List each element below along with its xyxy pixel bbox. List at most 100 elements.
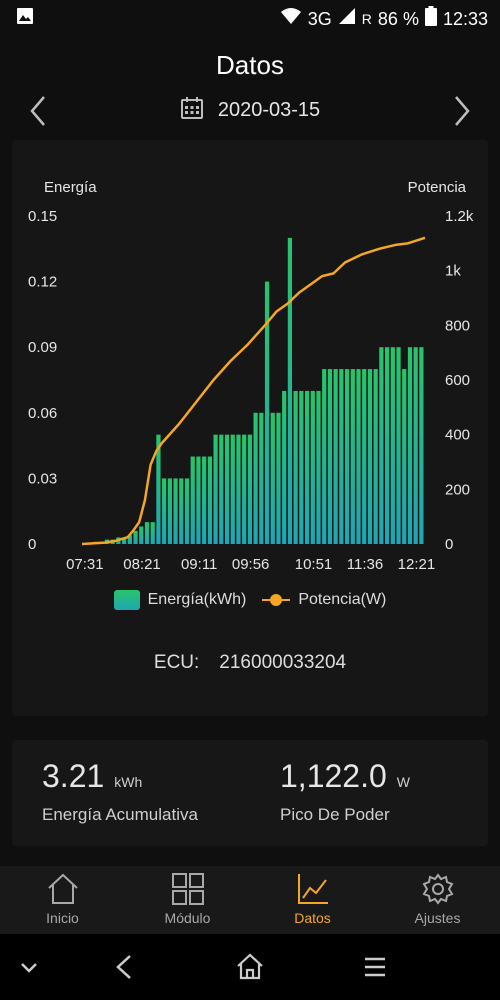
right-axis-tick: 600 <box>445 372 470 389</box>
energy-bar[interactable] <box>150 522 155 544</box>
energy-bar[interactable] <box>196 456 201 544</box>
x-axis-tick: 11:36 <box>347 556 383 573</box>
hide-nav-button[interactable] <box>14 952 44 982</box>
ecu-label: ECU: <box>153 652 200 673</box>
system-menu-button[interactable] <box>360 952 390 982</box>
energy-bar[interactable] <box>344 369 350 544</box>
legend-energy-label: Energía(kWh) <box>147 591 247 608</box>
legend-energy[interactable]: Energía(kWh) <box>113 590 247 610</box>
energy-bar[interactable] <box>350 369 355 544</box>
right-axis-tick: 0 <box>445 536 453 553</box>
energy-bar[interactable] <box>213 434 218 544</box>
chart-icon <box>297 874 328 904</box>
energy-bar[interactable] <box>356 369 361 544</box>
energy-bar[interactable] <box>362 369 367 544</box>
energy-bar[interactable] <box>293 390 298 544</box>
menu-icon <box>365 957 385 977</box>
home-icon <box>47 873 78 904</box>
right-axis-tick: 200 <box>445 481 470 498</box>
energy-bar[interactable] <box>259 412 264 544</box>
tab-ajustes[interactable]: Ajustes <box>375 866 500 934</box>
energy-bar[interactable] <box>327 369 333 544</box>
energy-bar[interactable] <box>162 478 167 544</box>
chart-legend: Energía(kWh) Potencia(W) <box>0 590 500 610</box>
system-navigation-bar <box>0 934 500 1000</box>
energy-bar[interactable] <box>299 390 304 544</box>
x-axis-tick: 08:21 <box>123 556 161 573</box>
ecu-info: ECU: 216000033204 <box>0 652 500 674</box>
x-axis-tick: 09:11 <box>181 556 217 573</box>
energy-bar[interactable] <box>316 390 321 544</box>
energy-bar[interactable] <box>379 347 384 544</box>
left-axis-tick: 0.12 <box>28 274 57 291</box>
energy-bar[interactable] <box>253 412 258 544</box>
right-axis-tick: 1.2k <box>445 208 474 225</box>
energy-bar[interactable] <box>236 434 241 544</box>
energy-bar[interactable] <box>407 347 413 544</box>
energy-bar[interactable] <box>276 412 281 544</box>
energy-bar[interactable] <box>167 478 172 544</box>
energy-bar[interactable] <box>282 390 287 544</box>
x-axis-tick: 09:56 <box>232 556 270 573</box>
left-axis-tick: 0.15 <box>28 208 57 225</box>
energy-bar[interactable] <box>190 456 195 544</box>
energy-bar[interactable] <box>202 456 207 544</box>
energy-bar[interactable] <box>367 369 373 544</box>
energy-bar[interactable] <box>384 347 390 544</box>
energy-bar[interactable] <box>184 478 190 544</box>
energy-bar[interactable] <box>230 434 235 544</box>
energy-bar[interactable] <box>333 369 338 544</box>
peak-power-stat: 1,122.0 W Pico De Poder <box>280 758 410 825</box>
energy-value: 3.21 <box>42 758 105 794</box>
energy-bar[interactable] <box>247 434 252 544</box>
energy-bar[interactable] <box>287 237 293 544</box>
energy-bar[interactable] <box>304 390 310 544</box>
back-icon <box>116 955 131 979</box>
energy-bar[interactable] <box>219 434 224 544</box>
energy-bar[interactable] <box>310 390 315 544</box>
energy-bar[interactable] <box>419 347 424 544</box>
energy-stat: 3.21 kWh Energía Acumulativa <box>42 758 198 825</box>
energy-bar[interactable] <box>242 434 247 544</box>
energy-bar[interactable] <box>396 347 401 544</box>
energy-bar[interactable] <box>224 434 230 544</box>
legend-power[interactable]: Potencia(W) <box>262 591 386 609</box>
home-icon <box>237 953 263 980</box>
system-home-button[interactable] <box>235 952 265 982</box>
energy-bar[interactable] <box>339 369 344 544</box>
energy-unit: kWh <box>114 774 143 790</box>
tab-label: Módulo <box>164 910 211 926</box>
x-axis-tick: 12:21 <box>398 556 436 573</box>
energy-bar[interactable] <box>322 369 327 544</box>
tab-datos[interactable]: Datos <box>250 866 375 934</box>
energy-bar[interactable] <box>373 369 378 544</box>
stats-card: 3.21 kWh Energía Acumulativa 1,122.0 W Pic… <box>12 740 488 846</box>
energy-bar[interactable] <box>390 347 395 544</box>
ecu-value: 216000033204 <box>219 652 347 673</box>
legend-power-label: Potencia(W) <box>298 591 387 608</box>
system-back-button[interactable] <box>110 952 140 982</box>
energy-bar[interactable] <box>179 478 184 544</box>
energy-label: Energía Acumulativa <box>42 805 198 824</box>
right-axis-tick: 800 <box>445 317 470 334</box>
energy-bar[interactable] <box>133 530 138 544</box>
tab-label: Datos <box>294 910 331 926</box>
energy-bar[interactable] <box>173 478 178 544</box>
left-axis-tick: 0 <box>28 536 36 553</box>
bottom-tab-bar: Inicio Módulo Datos Ajustes <box>0 866 500 934</box>
energy-bar[interactable] <box>402 369 407 544</box>
energy-bar[interactable] <box>270 412 275 544</box>
gear-icon <box>422 873 453 905</box>
legend-energy-swatch <box>113 590 140 610</box>
right-axis-tick: 1k <box>445 263 461 280</box>
tab-label: Inicio <box>46 910 79 926</box>
energy-bar[interactable] <box>207 456 212 544</box>
peak-unit: W <box>396 774 410 790</box>
tab-inicio[interactable]: Inicio <box>0 866 125 934</box>
energy-bar[interactable] <box>413 347 418 544</box>
energy-bar[interactable] <box>144 522 150 544</box>
x-axis-tick: 07:31 <box>66 556 104 573</box>
energy-bar[interactable] <box>139 526 144 544</box>
left-axis-tick: 0.06 <box>28 405 57 422</box>
tab-modulo[interactable]: Módulo <box>125 866 250 934</box>
